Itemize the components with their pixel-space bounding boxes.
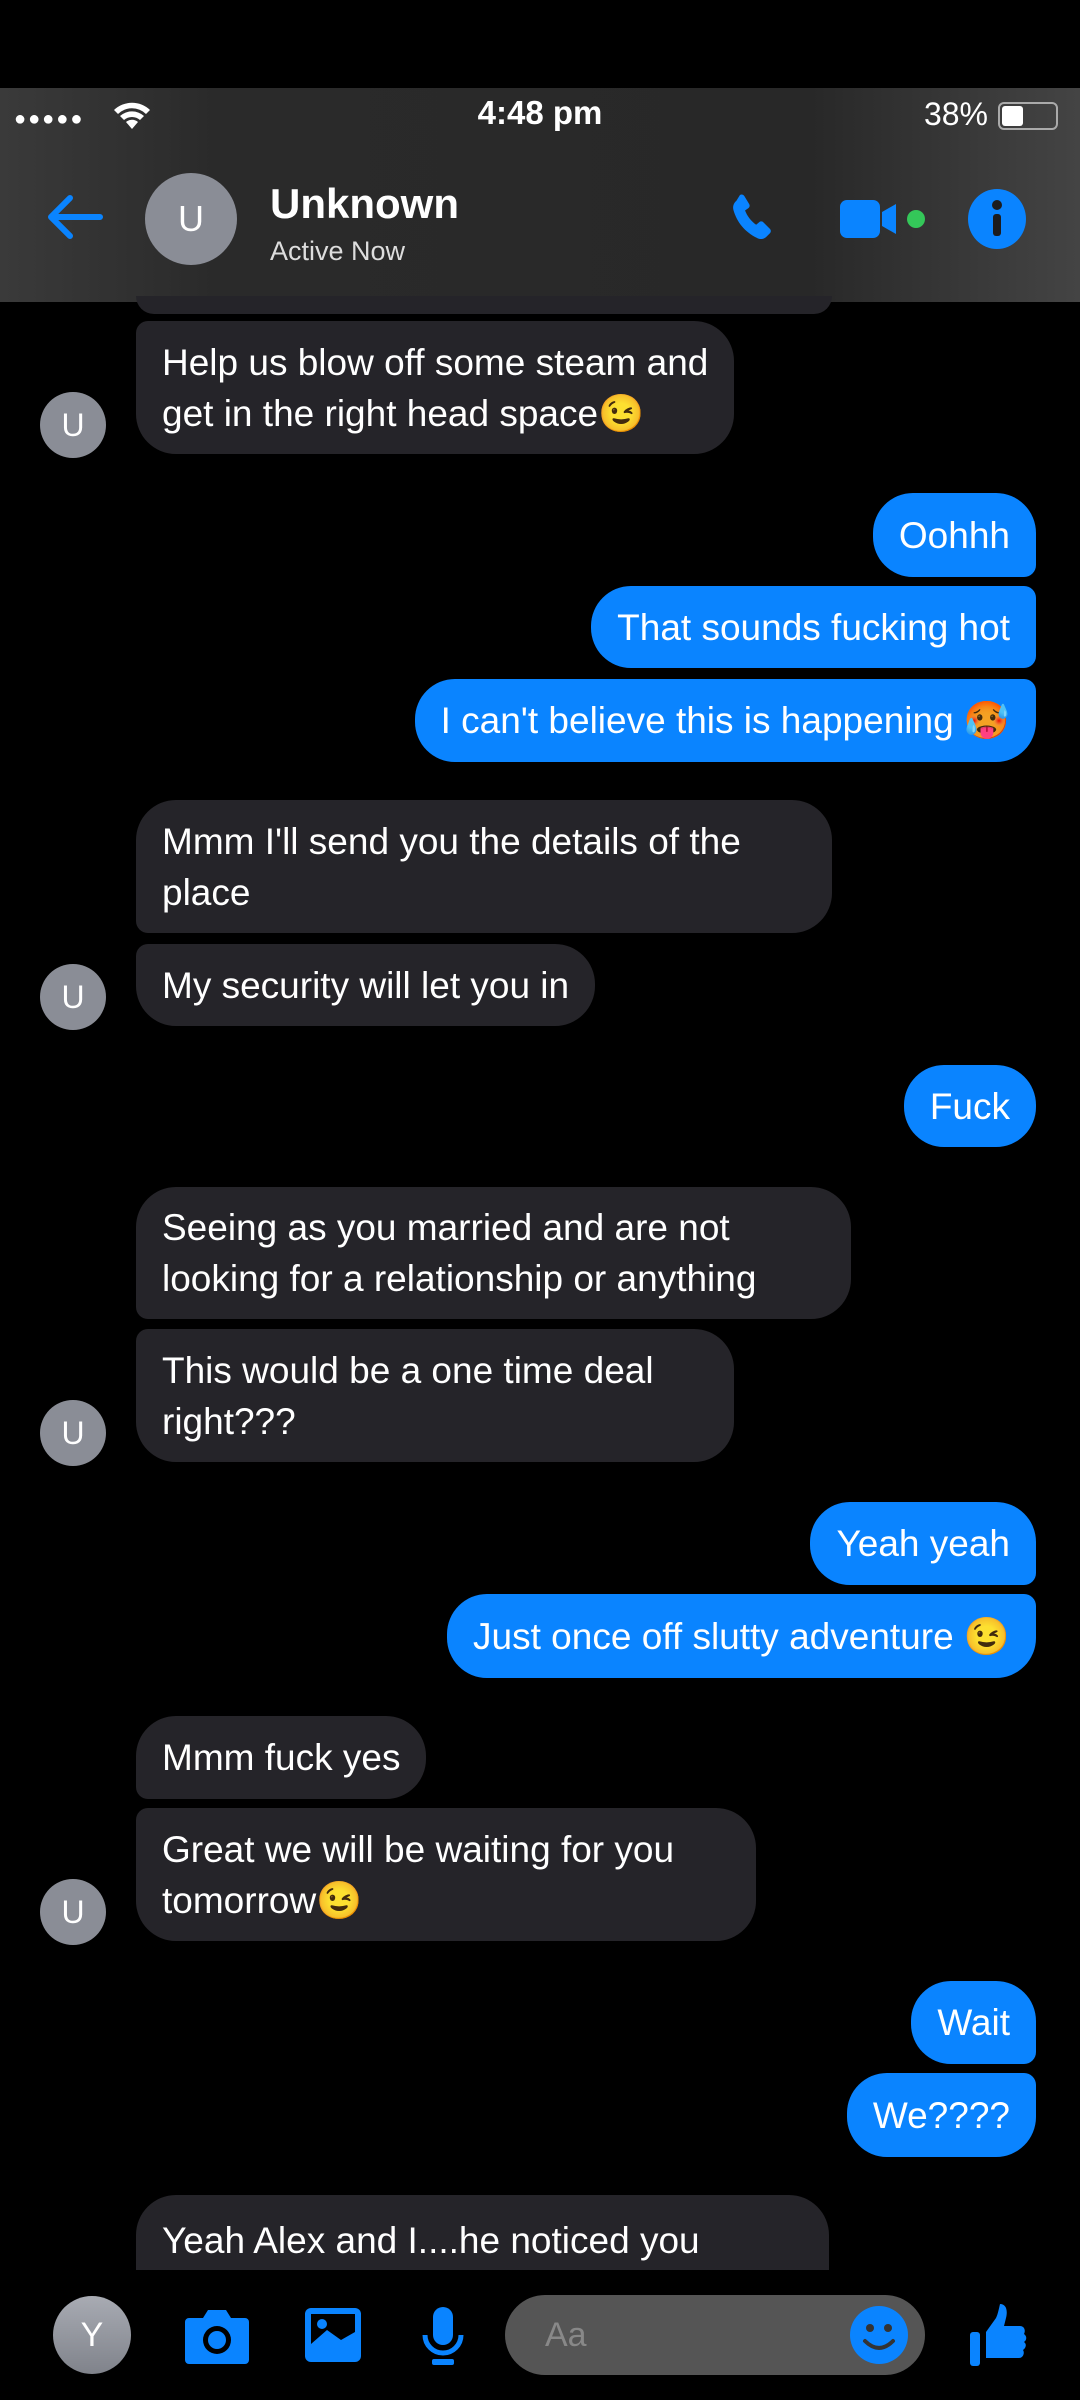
message-bubble-partial [136,296,832,314]
message-outgoing[interactable]: Fuck [903,1065,1036,1147]
message-incoming[interactable]: My security will let you in [136,944,596,1026]
phone-icon[interactable] [724,188,782,248]
contact-name[interactable]: Unknown [270,180,459,228]
active-status: Active Now [270,236,406,266]
sender-avatar[interactable]: U [40,1879,106,1945]
message-incoming[interactable]: This would be a one time deal right??? [136,1329,734,1462]
emoji-icon[interactable] [849,2305,909,2365]
battery-percentage: 38% [923,96,988,132]
message-outgoing[interactable]: Just once off slutty adventure 😉 [447,1594,1036,1678]
battery-icon [998,102,1058,130]
message-outgoing[interactable]: I can't believe this is happening 🥵 [414,679,1036,762]
message-incoming[interactable]: Great we will be waiting for you tomorro… [136,1808,756,1941]
sender-avatar[interactable]: U [40,392,106,458]
message-outgoing[interactable]: That sounds fucking hot [591,586,1036,668]
message-incoming[interactable]: Mmm fuck yes [136,1716,427,1799]
message-outgoing[interactable]: Yeah yeah [810,1502,1036,1585]
user-avatar[interactable]: Y [53,2296,131,2374]
message-outgoing[interactable]: We???? [846,2073,1036,2157]
back-arrow-icon[interactable] [44,192,104,242]
microphone-icon[interactable] [420,2305,466,2369]
status-time: 4:48 pm [477,94,603,131]
message-incoming[interactable]: Help us blow off some steam and get in t… [136,321,735,454]
contact-avatar[interactable]: U [145,173,237,265]
thumbs-up-icon[interactable] [968,2302,1028,2368]
sender-avatar[interactable]: U [40,964,106,1030]
photo-gallery-icon[interactable] [302,2305,364,2365]
message-outgoing[interactable]: Wait [911,1981,1036,2064]
camera-icon[interactable] [183,2306,251,2366]
video-call-icon[interactable] [838,196,928,242]
message-outgoing[interactable]: Oohhh [872,493,1036,577]
message-incoming[interactable]: Seeing as you married and are not lookin… [136,1187,851,1319]
info-icon[interactable] [967,188,1027,250]
sender-avatar[interactable]: U [40,1400,106,1466]
message-incoming[interactable]: Mmm I'll send you the details of the pla… [136,800,832,933]
